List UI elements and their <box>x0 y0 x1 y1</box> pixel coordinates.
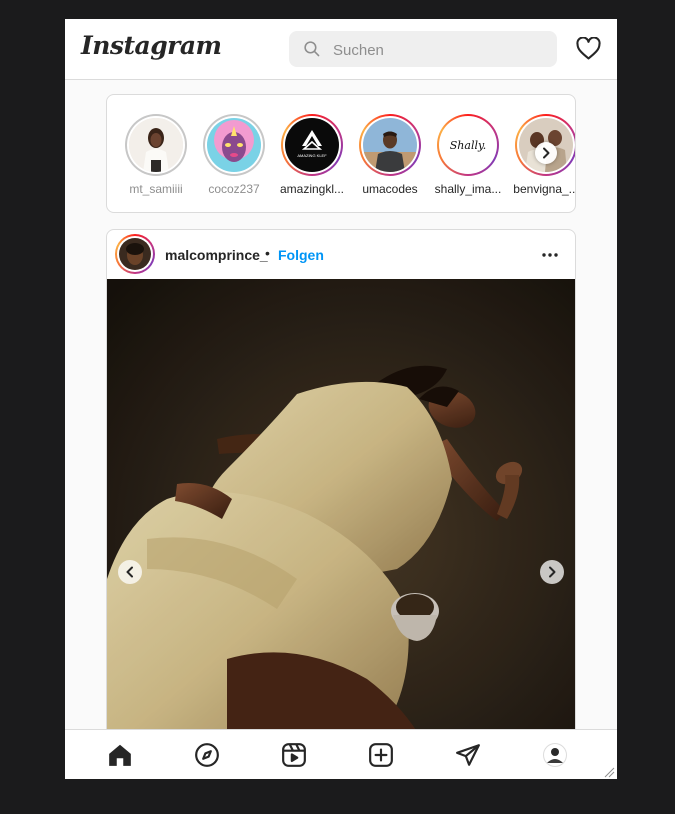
stories-next-button[interactable] <box>535 142 557 164</box>
separator-dot: • <box>265 245 270 261</box>
explore-button[interactable] <box>194 742 220 768</box>
story-avatar <box>129 118 183 172</box>
story-username: shally_ima... <box>434 182 502 196</box>
search-box[interactable] <box>289 31 557 69</box>
profile-avatar <box>543 743 567 767</box>
post-author-avatar[interactable] <box>115 234 155 274</box>
story-item[interactable]: cocoz237 <box>197 114 271 196</box>
reels-button[interactable] <box>281 742 307 768</box>
direct-messages-button[interactable] <box>455 742 481 768</box>
story-avatar: AMAZING KLEF <box>285 118 339 172</box>
search-icon <box>304 41 320 57</box>
story-ring <box>203 114 265 176</box>
story-item[interactable]: mt_samiiii <box>119 114 193 196</box>
story-item[interactable]: umacodes <box>353 114 427 196</box>
top-bar: Instagram <box>65 19 617 80</box>
instagram-window: Instagram Suchen mt_samiiii cocoz237 AMA… <box>65 19 617 779</box>
story-username: umacodes <box>362 182 418 196</box>
chevron-right-icon <box>543 147 550 159</box>
chevron-right-icon <box>549 566 556 578</box>
follow-button[interactable]: Folgen <box>278 247 324 263</box>
profile-button[interactable] <box>542 742 568 768</box>
story-ring: Shally. <box>437 114 499 176</box>
post-photo[interactable] <box>107 279 575 749</box>
notifications-heart-button[interactable] <box>576 36 601 65</box>
next-image-button[interactable] <box>540 560 564 584</box>
story-item[interactable]: Shally. shally_ima... <box>431 114 505 196</box>
story-username: cocoz237 <box>208 182 260 196</box>
create-post-button[interactable] <box>368 742 394 768</box>
direct-icon <box>456 744 480 766</box>
bottom-navigation <box>65 729 617 779</box>
more-horizontal-icon <box>542 253 558 257</box>
previous-image-button[interactable] <box>118 560 142 584</box>
feed-post: malcomprince_ • Folgen <box>106 229 576 779</box>
home-icon <box>109 744 131 766</box>
story-ring <box>115 234 155 274</box>
explore-icon <box>195 743 219 767</box>
story-ring <box>359 114 421 176</box>
story-username: benvigna_... <box>513 182 576 196</box>
chevron-left-icon <box>126 566 133 578</box>
home-button[interactable] <box>107 742 133 768</box>
story-username: amazingkl... <box>279 182 345 196</box>
svg-text:AMAZING KLEF: AMAZING KLEF <box>297 153 327 158</box>
stories-tray: mt_samiiii cocoz237 AMAZING KLEF amazing… <box>106 94 576 213</box>
resize-grip-icon[interactable] <box>603 766 615 778</box>
svg-text:Shally.: Shally. <box>450 139 486 152</box>
story-item[interactable]: AMAZING KLEF amazingkl... <box>275 114 349 196</box>
story-avatar <box>363 118 417 172</box>
post-username[interactable]: malcomprince_ <box>165 247 268 263</box>
more-options-button[interactable] <box>540 245 560 270</box>
story-ring <box>125 114 187 176</box>
story-avatar: Shally. <box>441 118 495 172</box>
post-header: malcomprince_ • Folgen <box>107 230 575 279</box>
instagram-logo[interactable]: Instagram <box>81 31 222 60</box>
story-avatar <box>207 118 261 172</box>
story-username: mt_samiiii <box>129 182 183 196</box>
reels-icon <box>282 743 306 767</box>
story-ring: AMAZING KLEF <box>281 114 343 176</box>
search-input[interactable] <box>331 31 545 69</box>
heart-icon <box>576 36 601 60</box>
create-icon <box>369 743 393 767</box>
